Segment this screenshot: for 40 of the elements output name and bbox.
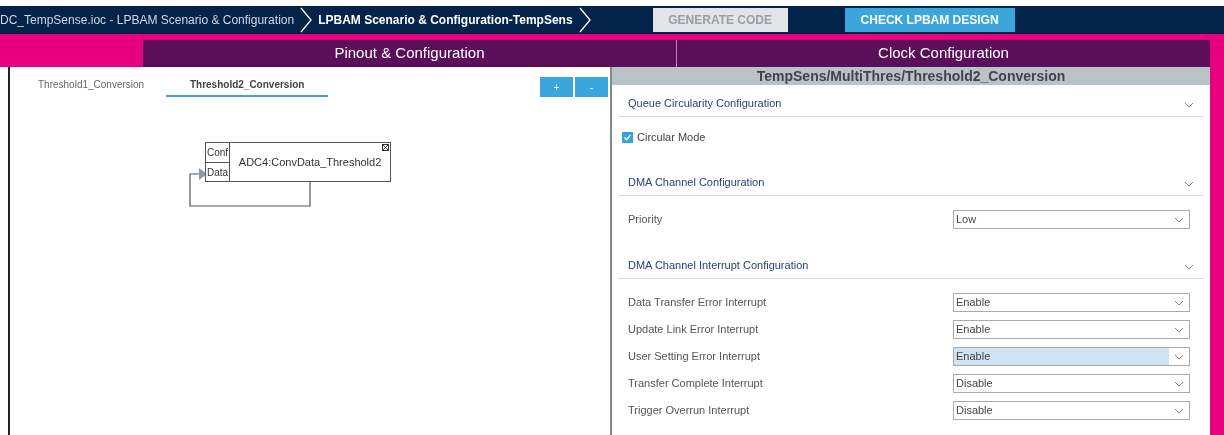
section-header[interactable]: DMA Channel Interrupt Configuration [618, 249, 1204, 279]
field-label: Update Link Error Interrupt [628, 322, 759, 338]
breadcrumb[interactable]: LPBAM Scenario & Configuration-TempSens [312, 11, 579, 29]
field-label: User Setting Error Interrupt [628, 349, 761, 365]
field-label: Trigger Overrun Interrupt [628, 403, 750, 419]
field-label: Transfer Complete Interrupt [628, 376, 763, 392]
section-header[interactable]: DMA Channel Configuration [618, 166, 1204, 196]
scenario-tab[interactable]: Threshold2_Conversion [166, 77, 329, 97]
dropdown[interactable]: Enable [953, 293, 1190, 312]
chevron-down-icon [1174, 407, 1184, 414]
scenario-tab[interactable]: Threshold1_Conversion [28, 77, 155, 95]
field-label: Priority [628, 212, 663, 228]
chevron-down-icon [1174, 380, 1184, 387]
chevron-down-icon [1174, 216, 1184, 223]
chevron-down-icon [1184, 102, 1194, 108]
checkbox[interactable] [622, 131, 633, 143]
chevron-down-icon [1184, 181, 1194, 187]
main-tab[interactable]: Pinout & Configuration [143, 40, 676, 67]
field-label: Data Transfer Error Interrupt [628, 295, 767, 311]
main-tab[interactable]: Clock Configuration [676, 40, 1210, 67]
panel-title: TempSens/MultiThres/Threshold2_Conversion [612, 67, 1210, 85]
node-label: ADC4:ConvData_Threshold2 [238, 154, 382, 170]
dropdown[interactable]: Disable [953, 401, 1190, 420]
port-label: Conf [206, 146, 230, 160]
dropdown[interactable]: Low [953, 210, 1190, 229]
diagram-node[interactable]: Conf Data ADC4:ConvData_Threshold2 [205, 142, 391, 182]
chevron-down-icon [1174, 353, 1184, 360]
port-label: Data [206, 162, 230, 181]
dropdown[interactable]: Disable [953, 374, 1190, 393]
chevron-right-icon [300, 7, 313, 33]
dropdown[interactable]: Enable [953, 347, 1190, 366]
chevron-down-icon [1174, 299, 1184, 306]
section-header[interactable]: Queue Circularity Configuration [618, 87, 1204, 117]
breadcrumb[interactable]: DC_TempSense.ioc - LPBAM Scenario & Configuration [0, 11, 301, 29]
chevron-down-icon [1184, 264, 1194, 270]
dropdown[interactable]: Enable [953, 320, 1190, 339]
chevron-down-icon [1174, 326, 1184, 333]
chevron-right-icon [578, 7, 591, 33]
close-icon[interactable] [382, 144, 389, 151]
checkbox-label: Circular Mode [637, 129, 706, 145]
